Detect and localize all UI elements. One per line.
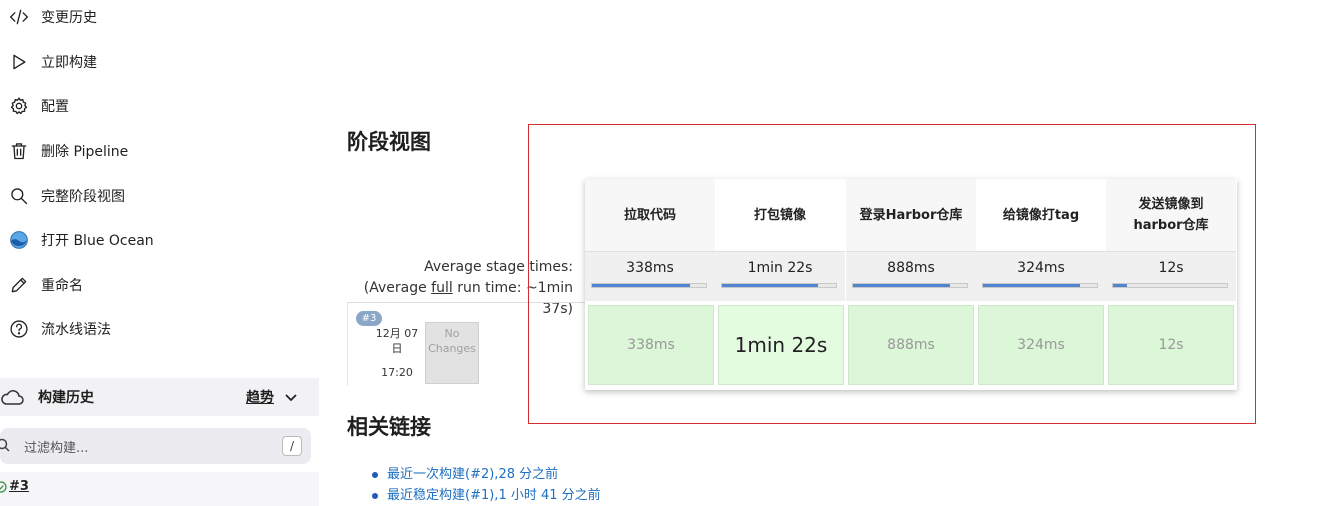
stage-progress-fill: [592, 284, 691, 287]
stage-average: 12s: [1106, 251, 1236, 301]
stage-progress-fill: [983, 284, 1080, 287]
chevron-down-icon[interactable]: [284, 390, 298, 408]
stage-average-time: 888ms: [887, 260, 935, 276]
list-item: 最近一次构建(#2),28 分之前: [370, 464, 601, 485]
filter-shortcut-key: /: [282, 436, 302, 456]
sidebar-item-label: 流水线语法: [41, 322, 111, 338]
stage-progress-bar: [591, 283, 707, 288]
sidebar-item-label: 重命名: [41, 278, 83, 294]
build-badge[interactable]: #3: [356, 311, 382, 326]
sidebar-item-label: 打开 Blue Ocean: [41, 233, 154, 249]
sidebar-item-label: 立即构建: [41, 55, 97, 71]
stage-average: 324ms: [976, 251, 1106, 301]
sidebar-item-delete-pipeline[interactable]: 删除 Pipeline: [8, 137, 128, 165]
sidebar-item-changes[interactable]: 变更历史: [8, 3, 97, 31]
sidebar-item-build-now[interactable]: 立即构建: [8, 48, 97, 76]
help-icon: [8, 318, 30, 340]
stage-header: 拉取代码: [585, 179, 715, 251]
avg-line1: Average stage times:: [424, 259, 573, 275]
gear-icon: [8, 95, 30, 117]
sidebar-item-label: 删除 Pipeline: [41, 144, 129, 160]
stage-progress-fill: [722, 284, 818, 287]
stage-header: 发送镜像到harbor仓库: [1106, 179, 1236, 251]
stage-average: 888ms: [846, 251, 976, 301]
stage-header: 登录Harbor仓库: [846, 179, 976, 251]
stage-run-cell[interactable]: 1min 22s: [718, 305, 844, 385]
pencil-icon: [8, 274, 30, 296]
filter-placeholder: 过滤构建...: [24, 441, 89, 456]
sidebar-item-configure[interactable]: 配置: [8, 92, 69, 120]
list-item: 最近稳定构建(#1),1 小时 41 分之前: [370, 485, 601, 506]
build-filter-input[interactable]: 过滤构建... /: [0, 428, 311, 464]
stage-run-cell[interactable]: 888ms: [848, 305, 974, 385]
last-stable-build-link[interactable]: 最近稳定构建(#1),1 小时 41 分之前: [387, 488, 601, 503]
stage-progress-bar: [721, 283, 837, 288]
blue-ocean-icon: [8, 229, 30, 251]
stage-run-cell[interactable]: 12s: [1108, 305, 1234, 385]
stage-run-cell[interactable]: 324ms: [978, 305, 1104, 385]
play-icon: [8, 51, 30, 73]
sidebar-item-rename[interactable]: 重命名: [8, 271, 83, 299]
build-history-row[interactable]: #3: [0, 472, 319, 506]
build-date: 12月 07 日: [375, 327, 419, 355]
sidebar-item-blue-ocean[interactable]: 打开 Blue Ocean: [8, 226, 154, 254]
code-icon: [8, 6, 30, 28]
stage-average: 1min 22s: [715, 251, 845, 301]
build-history-title: 构建历史: [38, 390, 94, 406]
stage-average-time: 12s: [1158, 260, 1184, 276]
related-links-list: 最近一次构建(#2),28 分之前 最近稳定构建(#1),1 小时 41 分之前: [370, 464, 601, 506]
sidebar-item-label: 配置: [41, 99, 69, 115]
stage-header: 给镜像打tag: [1002, 207, 1080, 223]
full-run-link[interactable]: full: [431, 280, 453, 296]
build-time: 17:20: [381, 366, 413, 379]
stage-run-cell[interactable]: 338ms: [588, 305, 714, 385]
trend-link[interactable]: 趋势: [246, 387, 274, 407]
sidebar-item-pipeline-syntax[interactable]: 流水线语法: [8, 315, 111, 343]
stage-view-title: 阶段视图: [347, 130, 431, 154]
stage-progress-bar: [982, 283, 1098, 288]
avg-pre: (Average: [363, 280, 432, 296]
stage-progress-fill: [853, 284, 950, 287]
sidebar-item-full-stage-view[interactable]: 完整阶段视图: [8, 182, 125, 210]
sidebar-item-label: 变更历史: [41, 10, 97, 26]
stage-average-time: 1min 22s: [747, 260, 813, 276]
stage-progress-fill: [1113, 284, 1127, 287]
related-links-title: 相关链接: [347, 415, 431, 439]
stage-average-time: 338ms: [626, 260, 674, 276]
search-icon: [8, 185, 30, 207]
status-success-icon: [0, 481, 7, 497]
trash-icon: [8, 140, 30, 162]
stage-progress-bar: [1112, 283, 1228, 288]
sidebar-item-label: 完整阶段视图: [41, 189, 125, 205]
stage-average: 338ms: [585, 251, 715, 301]
stage-average-time: 324ms: [1017, 260, 1065, 276]
stage-table: 拉取代码 打包镜像 登录Harbor仓库 给镜像打tag 发送镜像到harbor…: [585, 179, 1237, 390]
no-changes-box: No Changes: [425, 322, 479, 384]
last-build-link[interactable]: 最近一次构建(#2),28 分之前: [387, 467, 558, 482]
build-history-header: 构建历史 趋势: [0, 378, 319, 416]
stage-progress-bar: [852, 283, 968, 288]
stage-header: 打包镜像: [753, 207, 806, 223]
build-number-link[interactable]: #3: [9, 479, 29, 494]
cloud-icon: [0, 388, 24, 410]
search-icon: [0, 438, 10, 456]
